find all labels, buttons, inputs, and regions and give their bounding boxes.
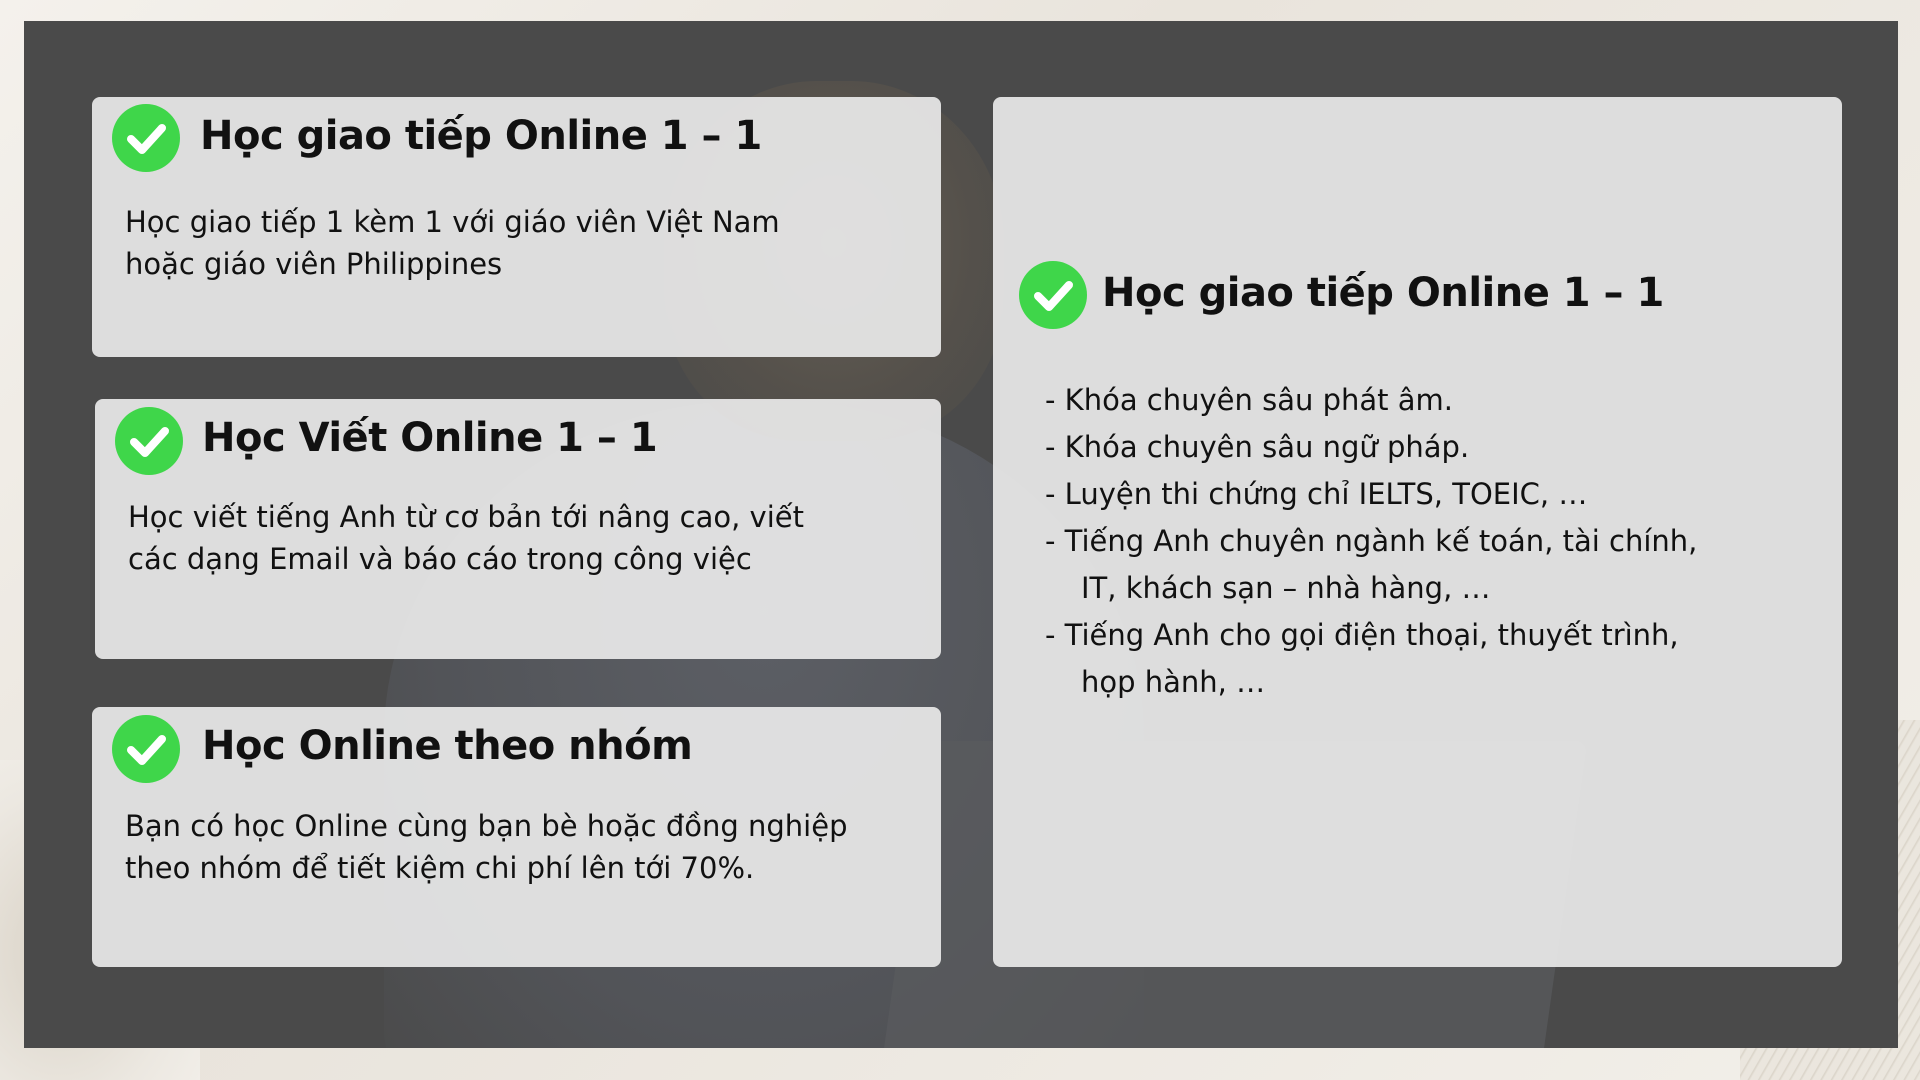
- check-circle-icon: [1019, 261, 1087, 329]
- card-description: Học giao tiếp 1 kèm 1 với giáo viên Việt…: [125, 201, 780, 285]
- list-item-text: - Khóa chuyên sâu ngữ pháp.: [1045, 430, 1470, 464]
- list-item: - Khóa chuyên sâu phát âm.: [1045, 377, 1785, 424]
- card-description: Học viết tiếng Anh từ cơ bản tới nâng ca…: [128, 496, 804, 580]
- check-circle-icon: [112, 104, 180, 172]
- card-description-line: Bạn có học Online cùng bạn bè hoặc đồng …: [125, 809, 848, 843]
- card-description-line: hoặc giáo viên Philippines: [125, 247, 503, 281]
- list-item: - Tiếng Anh cho gọi điện thoại, thuyết t…: [1045, 612, 1785, 706]
- slide: Học giao tiếp Online 1 – 1 Học giao tiếp…: [0, 0, 1920, 1080]
- card-title: Học giao tiếp Online 1 – 1: [200, 113, 762, 159]
- list-item-text-continued: họp hành, …: [1081, 665, 1266, 699]
- detail-card-title: Học giao tiếp Online 1 – 1: [1102, 270, 1664, 316]
- card-title: Học Online theo nhóm: [202, 723, 693, 769]
- card-description-line: theo nhóm để tiết kiệm chi phí lên tới 7…: [125, 851, 755, 885]
- list-item-text-continued: IT, khách sạn – nhà hàng, …: [1081, 571, 1491, 605]
- card-description-line: các dạng Email và báo cáo trong công việ…: [128, 542, 752, 576]
- course-list: - Khóa chuyên sâu phát âm. - Khóa chuyên…: [1045, 377, 1785, 706]
- course-card-group: Học Online theo nhóm Bạn có học Online c…: [92, 707, 941, 967]
- list-item-text: - Tiếng Anh chuyên ngành kế toán, tài ch…: [1045, 524, 1698, 558]
- card-title: Học Viết Online 1 – 1: [202, 415, 658, 461]
- course-detail-card: Học giao tiếp Online 1 – 1 - Khóa chuyên…: [993, 97, 1842, 967]
- card-description-line: Học viết tiếng Anh từ cơ bản tới nâng ca…: [128, 500, 804, 534]
- list-item: - Tiếng Anh chuyên ngành kế toán, tài ch…: [1045, 518, 1785, 612]
- list-item: - Luyện thi chứng chỉ IELTS, TOEIC, …: [1045, 471, 1785, 518]
- check-circle-icon: [112, 715, 180, 783]
- card-description: Bạn có học Online cùng bạn bè hoặc đồng …: [125, 805, 847, 889]
- list-item-text: - Tiếng Anh cho gọi điện thoại, thuyết t…: [1045, 618, 1679, 652]
- check-circle-icon: [115, 407, 183, 475]
- list-item: - Khóa chuyên sâu ngữ pháp.: [1045, 424, 1785, 471]
- course-card-writing: Học Viết Online 1 – 1 Học viết tiếng Anh…: [95, 399, 941, 659]
- card-description-line: Học giao tiếp 1 kèm 1 với giáo viên Việt…: [125, 205, 780, 239]
- list-item-text: - Luyện thi chứng chỉ IELTS, TOEIC, …: [1045, 477, 1588, 511]
- list-item-text: - Khóa chuyên sâu phát âm.: [1045, 383, 1453, 417]
- course-card-communication: Học giao tiếp Online 1 – 1 Học giao tiếp…: [92, 97, 941, 357]
